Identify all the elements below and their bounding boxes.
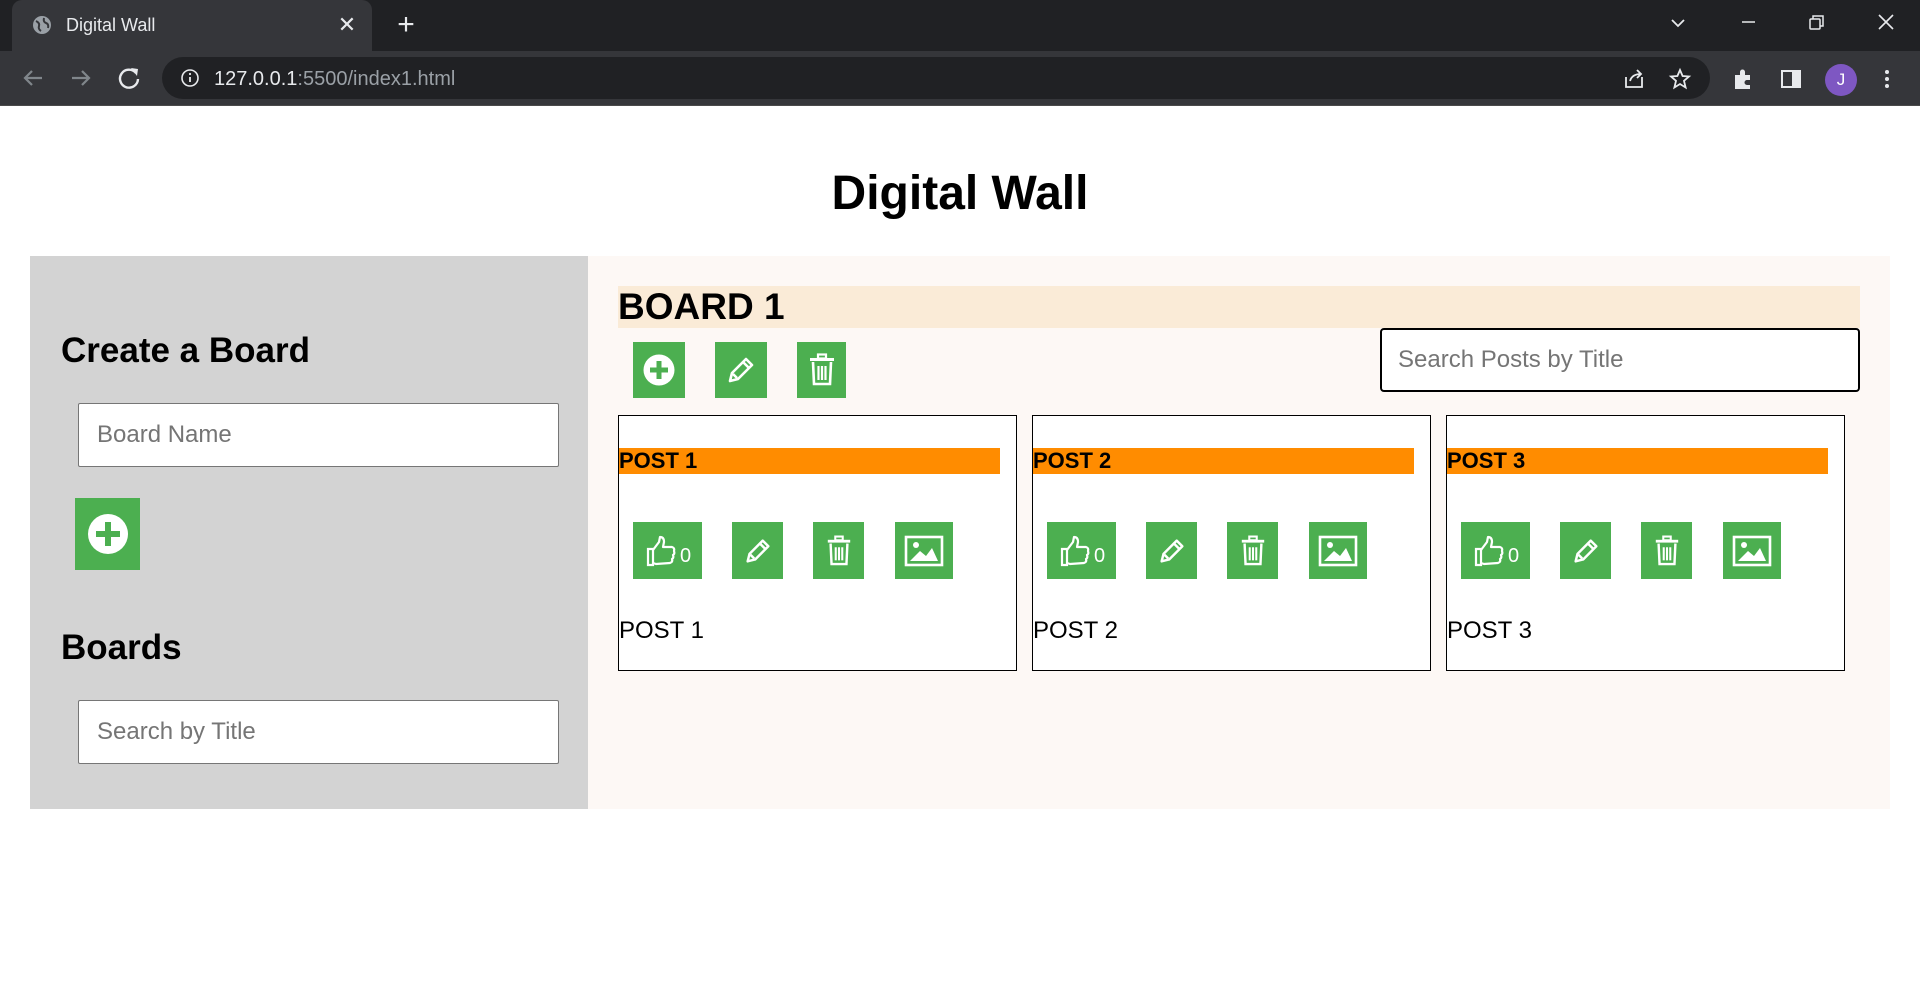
trash-icon [1655, 535, 1678, 565]
minimize-icon[interactable] [1728, 8, 1768, 40]
image-icon [1732, 535, 1772, 566]
browser-tab-strip: Digital Wall ✕ + [0, 0, 1920, 51]
create-board-heading: Create a Board [61, 331, 310, 370]
add-image-button[interactable] [895, 522, 953, 579]
like-button[interactable]: 0 [1461, 522, 1530, 579]
forward-icon[interactable] [66, 63, 96, 93]
plus-circle-icon [643, 354, 675, 386]
pencil-icon [728, 357, 754, 383]
tab-search-icon[interactable] [1658, 8, 1698, 40]
more-menu-icon[interactable] [1874, 66, 1900, 92]
board-header: BOARD 1 [618, 286, 1860, 328]
thumbs-up-icon [1474, 535, 1504, 566]
url-host: 127.0.0.1 [214, 68, 298, 90]
site-info-icon[interactable] [180, 68, 200, 88]
board-name-input[interactable] [78, 403, 559, 467]
thumbs-up-icon [1060, 535, 1090, 566]
post-title: POST 1 [619, 448, 698, 473]
edit-post-button[interactable] [732, 522, 783, 579]
post-search-input[interactable] [1380, 328, 1860, 392]
close-window-icon[interactable] [1866, 8, 1906, 40]
post-body: POST 2 [1033, 617, 1118, 644]
restore-icon[interactable] [1796, 8, 1836, 40]
edit-post-button[interactable] [1560, 522, 1611, 579]
trash-icon [809, 353, 834, 386]
add-image-button[interactable] [1309, 522, 1367, 579]
delete-post-button[interactable] [1641, 522, 1692, 579]
edit-board-button[interactable] [715, 342, 767, 398]
browser-toolbar: 127.0.0.1:5500/index1.html J [0, 51, 1920, 106]
pencil-icon [745, 538, 770, 563]
post-body: POST 3 [1447, 617, 1532, 644]
globe-icon [33, 16, 51, 34]
board-search-input[interactable] [78, 700, 559, 764]
post-header: POST 1 [619, 448, 1000, 474]
address-bar[interactable]: 127.0.0.1:5500/index1.html [162, 57, 1710, 99]
boards-heading: Boards [61, 628, 182, 667]
tab-title: Digital Wall [66, 15, 156, 35]
post-header: POST 3 [1447, 448, 1828, 474]
add-image-button[interactable] [1723, 522, 1781, 579]
post-card: POST 2 0 POST 2 [1032, 415, 1431, 671]
trash-icon [1241, 535, 1264, 565]
post-title: POST 3 [1447, 448, 1526, 473]
profile-avatar[interactable]: J [1825, 64, 1857, 96]
plus-circle-icon [87, 514, 128, 554]
post-body: POST 1 [619, 617, 704, 644]
pencil-icon [1573, 538, 1598, 563]
like-count: 0 [1093, 545, 1106, 567]
pencil-icon [1159, 538, 1184, 563]
delete-post-button[interactable] [1227, 522, 1278, 579]
delete-board-button[interactable] [797, 342, 846, 398]
post-card: POST 1 0 POST 1 [618, 415, 1017, 671]
like-button[interactable]: 0 [1047, 522, 1116, 579]
url-path: :5500/index1.html [297, 68, 456, 90]
like-count: 0 [679, 545, 692, 567]
close-tab-icon[interactable]: ✕ [334, 12, 360, 38]
back-icon[interactable] [18, 63, 48, 93]
side-panel-icon[interactable] [1778, 66, 1804, 92]
post-header: POST 2 [1033, 448, 1414, 474]
thumbs-up-icon [646, 535, 676, 566]
edit-post-button[interactable] [1146, 522, 1197, 579]
delete-post-button[interactable] [813, 522, 864, 579]
post-title: POST 2 [1033, 448, 1112, 473]
post-card: POST 3 0 POST 3 [1446, 415, 1845, 671]
add-post-button[interactable] [633, 342, 685, 398]
trash-icon [827, 535, 850, 565]
extensions-icon[interactable] [1730, 66, 1756, 92]
bookmark-star-icon[interactable] [1668, 67, 1692, 91]
page-viewport: Digital Wall Create a Board Boards BOARD… [0, 106, 1920, 985]
image-icon [1318, 535, 1358, 566]
add-board-button[interactable] [75, 498, 140, 570]
reload-icon[interactable] [114, 63, 144, 93]
board-panel: BOARD 1 Search Posts by Title POST 1 0 P… [588, 256, 1890, 809]
like-count: 0 [1507, 545, 1520, 567]
board-title: BOARD 1 [618, 286, 785, 327]
new-tab-icon[interactable]: + [390, 10, 422, 42]
page-title: Digital Wall [831, 167, 1089, 220]
image-icon [904, 535, 944, 566]
browser-tab[interactable]: Digital Wall ✕ [12, 0, 372, 51]
url-text: 127.0.0.1:5500/index1.html [214, 68, 455, 91]
like-button[interactable]: 0 [633, 522, 702, 579]
share-icon[interactable] [1622, 67, 1646, 91]
sidebar: Create a Board Boards [30, 256, 588, 809]
